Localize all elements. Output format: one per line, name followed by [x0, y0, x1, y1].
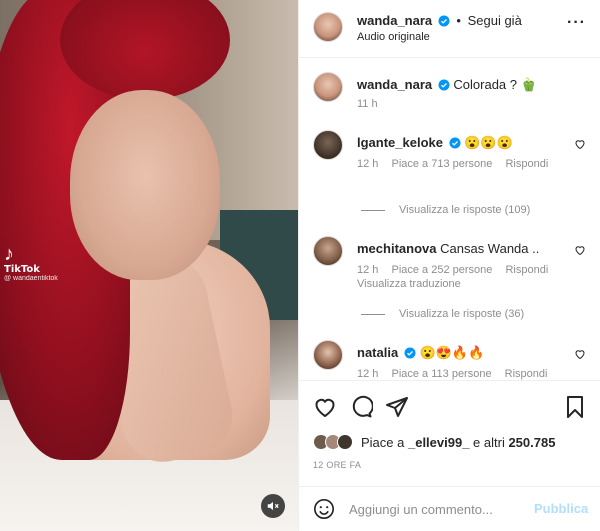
comment-composer: Pubblica [299, 486, 600, 531]
follow-status-button[interactable]: Segui già [468, 13, 522, 28]
tiktok-handle: @ wandaentiktok [4, 275, 58, 282]
reply-button[interactable]: Rispondi [505, 368, 548, 380]
separator-dot: • [456, 13, 461, 28]
heart-icon[interactable] [313, 395, 337, 422]
verified-icon [438, 79, 450, 94]
comment-time: 12 h [357, 264, 379, 276]
comment-username[interactable]: natalia [357, 345, 398, 360]
reply-button[interactable]: Rispondi [505, 158, 548, 170]
like-comment-icon[interactable] [574, 244, 586, 259]
post-actions: Piace a _ellevi99_ e altri 250.785 12 OR… [299, 380, 600, 500]
tiktok-watermark: ♪ TikTok @ wandaentiktok [4, 244, 84, 282]
share-icon[interactable] [385, 395, 409, 422]
comment-username[interactable]: lgante_keloke [357, 135, 443, 150]
comment-time: 12 h [357, 158, 379, 170]
translate-button[interactable]: Visualizza traduzione [357, 278, 461, 290]
audio-label[interactable]: Audio originale [357, 31, 430, 43]
tiktok-icon: ♪ [4, 243, 14, 265]
author-username[interactable]: wanda_nara [357, 13, 432, 28]
commenter-avatar[interactable] [313, 130, 343, 160]
comment-text: 😮😮😮 [464, 135, 513, 150]
caption-time: 11 h [357, 98, 378, 110]
comment-likes[interactable]: Piace a 252 persone [391, 264, 492, 276]
view-replies-button[interactable]: Visualizza le risposte (36) [361, 308, 524, 320]
comment-username[interactable]: mechitanova [357, 241, 436, 256]
comment-text: Cansas Wanda .. [440, 241, 540, 256]
post-timestamp: 12 ORE FA [313, 460, 362, 470]
post-video[interactable]: ♪ TikTok @ wandaentiktok [0, 0, 298, 531]
likes-suffix: e altri [469, 434, 509, 450]
bookmark-icon[interactable] [563, 395, 587, 422]
muted-speaker-icon [267, 501, 279, 511]
mute-button[interactable] [261, 494, 285, 518]
comment-input[interactable] [349, 499, 519, 519]
person-face [70, 90, 220, 280]
commenter-avatar[interactable] [313, 236, 343, 266]
more-icon[interactable]: ··· [567, 14, 586, 32]
liker-avatar [337, 434, 353, 450]
tiktok-brand: TikTok [4, 264, 40, 275]
view-replies-button[interactable]: Visualizza le risposte (109) [361, 204, 530, 216]
reply-button[interactable]: Rispondi [505, 264, 548, 276]
comment-time: 12 h [357, 368, 379, 380]
verified-icon [438, 15, 450, 30]
post-comment-button[interactable]: Pubblica [534, 501, 588, 516]
emoji-icon[interactable] [313, 498, 335, 523]
caption-text: Colorada ? 🫑 [453, 77, 537, 92]
author-avatar[interactable] [313, 72, 343, 102]
likes-prefix: Piace a [361, 434, 408, 450]
author-avatar[interactable] [313, 12, 343, 42]
caption-username[interactable]: wanda_nara [357, 77, 432, 92]
comments-list[interactable]: wanda_nara Colorada ? 🫑 11 h lgante_kelo… [299, 58, 600, 380]
verified-icon [404, 347, 416, 362]
likes-summary[interactable]: Piace a _ellevi99_ e altri 250.785 [313, 431, 555, 453]
comment-text: 😮😍🔥🔥 [419, 345, 485, 360]
verified-icon [449, 137, 461, 152]
comment-likes[interactable]: Piace a 113 persone [391, 368, 491, 380]
comment-likes[interactable]: Piace a 713 persone [391, 158, 492, 170]
commenter-avatar[interactable] [313, 340, 343, 370]
like-comment-icon[interactable] [574, 348, 586, 363]
comment-icon[interactable] [349, 395, 374, 422]
likes-count[interactable]: 250.785 [508, 435, 555, 450]
liker-username[interactable]: _ellevi99_ [408, 435, 469, 450]
post-sidebar: wanda_nara • Segui già Audio originale ·… [298, 0, 600, 531]
like-comment-icon[interactable] [574, 138, 586, 153]
post-header: wanda_nara • Segui già Audio originale ·… [299, 0, 600, 58]
